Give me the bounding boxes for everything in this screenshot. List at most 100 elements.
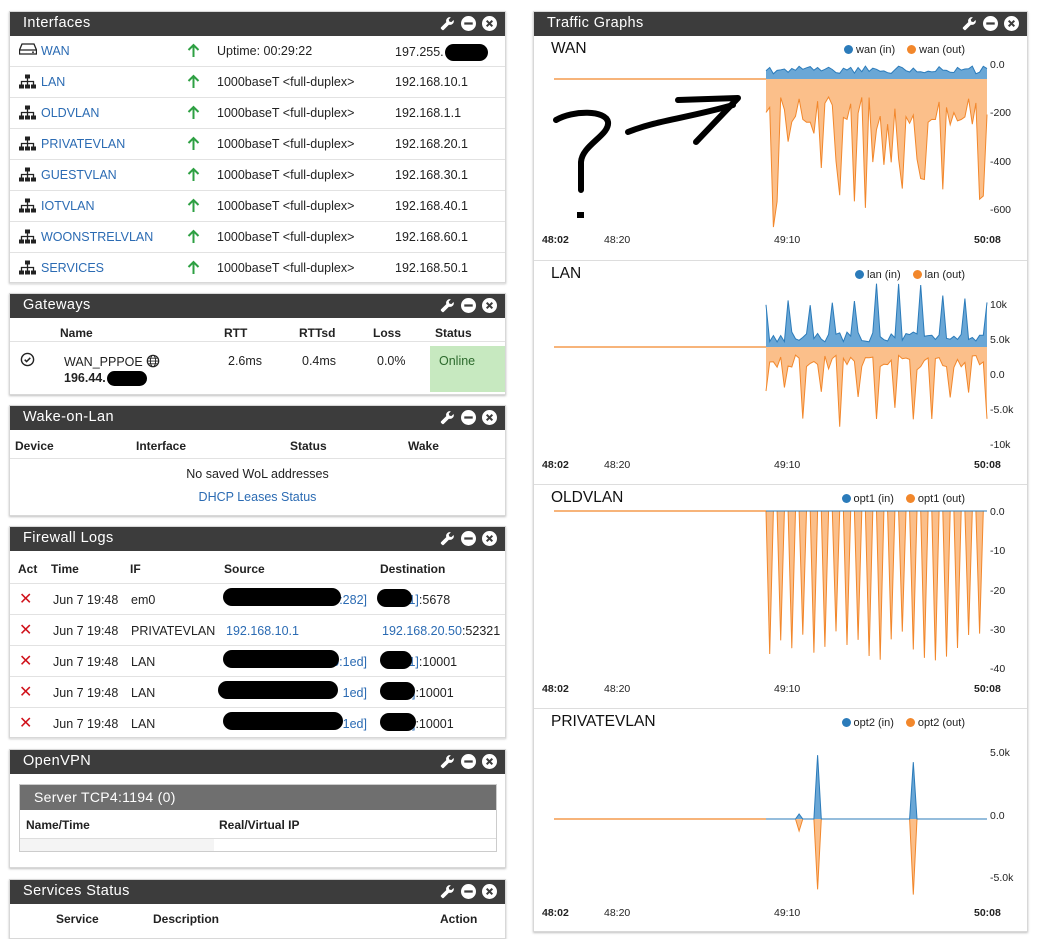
- panel-title: Wake-on-Lan: [23, 409, 114, 425]
- traffic-graph: PRIVATEVLAN opt2 (in) opt2 (out) 48:02 48:20…: [534, 708, 1027, 932]
- arrow-up-icon: [187, 229, 200, 247]
- wrench-icon[interactable]: [440, 531, 455, 546]
- close-icon[interactable]: [482, 531, 497, 546]
- panel-title: Traffic Graphs: [547, 15, 644, 31]
- redaction: [223, 588, 341, 606]
- minimize-icon[interactable]: [983, 16, 998, 31]
- minimize-icon[interactable]: [461, 16, 476, 31]
- interface-link[interactable]: PRIVATEVLAN: [41, 137, 125, 151]
- interface-ip: 192.168.50.1: [395, 261, 468, 275]
- log-destination: 192.168.20.50:52321: [382, 624, 501, 638]
- panel-title: Interfaces: [23, 15, 91, 31]
- arrow-up-icon: [187, 167, 200, 185]
- interface-link[interactable]: IOTVLAN: [41, 199, 95, 213]
- col-service: Service: [56, 912, 99, 926]
- sitemap-icon: [19, 167, 36, 185]
- log-source[interactable]: 1ed]: [343, 686, 367, 700]
- in-line: [766, 755, 987, 820]
- interface-row: PRIVATEVLAN 1000baseT <full-duplex> 192.16…: [10, 129, 505, 160]
- interface-status: 1000baseT <full-duplex>: [217, 137, 355, 151]
- gateways-header: Gateways: [10, 294, 505, 318]
- table-row: ✕Jun 7 19:48LAN1ed]1]:10001: [10, 708, 505, 739]
- col-loss: Loss: [373, 326, 402, 340]
- openvpn-panel: OpenVPN Server TCP4:1194 (0) Name/Time R…: [9, 749, 506, 868]
- wrench-icon[interactable]: [440, 754, 455, 769]
- arrow-up-icon: [187, 74, 200, 92]
- interface-row: OLDVLAN 1000baseT <full-duplex> 192.168.1.…: [10, 98, 505, 129]
- wrench-icon[interactable]: [440, 298, 455, 313]
- wol-header: Wake-on-Lan: [10, 406, 505, 430]
- log-source[interactable]: 1ed]: [343, 717, 367, 731]
- col-interface: Interface: [136, 439, 187, 453]
- interface-ip: 192.168.1.1: [395, 106, 462, 120]
- firewall-header: Firewall Logs: [10, 527, 505, 551]
- interface-link[interactable]: SERVICES: [41, 261, 104, 275]
- interface-status: 1000baseT <full-duplex>: [217, 168, 355, 182]
- col-if: IF: [130, 562, 141, 576]
- openvpn-server-title: Server TCP4:1194 (0): [20, 785, 496, 810]
- col-name-time: Name/Time: [26, 818, 90, 832]
- services-panel: Services Status Service Description Acti…: [9, 879, 506, 939]
- interfaces-panel: Interfaces WAN Uptime: 00:29:22 197.255. LA…: [9, 11, 506, 284]
- wrench-icon[interactable]: [440, 16, 455, 31]
- traffic-graph: OLDVLAN opt1 (in) opt1 (out) 48:02 48:20 49:1…: [534, 484, 1027, 708]
- close-icon[interactable]: [482, 298, 497, 313]
- traffic-graph: LAN lan (in) lan (out) 48:02 48:20 49:10 50:08…: [534, 260, 1027, 484]
- minimize-icon[interactable]: [461, 884, 476, 899]
- minimize-icon[interactable]: [461, 531, 476, 546]
- close-icon[interactable]: [482, 410, 497, 425]
- redaction: [223, 650, 339, 668]
- gateway-loss: 0.0%: [377, 354, 406, 368]
- interface-ip: 192.168.10.1: [395, 75, 468, 89]
- interface-link[interactable]: LAN: [41, 75, 65, 89]
- wrench-icon[interactable]: [962, 16, 977, 31]
- minimize-icon[interactable]: [461, 754, 476, 769]
- col-name: Name: [60, 326, 93, 340]
- log-if: LAN: [131, 686, 156, 700]
- redaction: [106, 371, 147, 387]
- out-area: [766, 511, 987, 661]
- table-row: ✕ Jun 7 19:48 LAN 0:1ed]:1]:10001: [10, 646, 505, 677]
- log-time: Jun 7 19:48: [53, 593, 119, 607]
- col-rtt: RTT: [224, 326, 248, 340]
- close-icon[interactable]: [482, 16, 497, 31]
- wrench-icon[interactable]: [440, 884, 455, 899]
- interface-ip: 192.168.60.1: [395, 230, 468, 244]
- sitemap-icon: [19, 136, 36, 154]
- col-wake: Wake: [408, 439, 439, 453]
- reject-icon: ✕: [19, 591, 33, 608]
- redaction: [380, 682, 415, 700]
- col-act: Act: [18, 562, 38, 576]
- log-destination: :1]:10001: [405, 655, 458, 669]
- interface-link[interactable]: WAN: [41, 44, 70, 58]
- gateway-name: WAN_PPPOE: [64, 354, 160, 371]
- log-source[interactable]: 192.168.10.1: [226, 624, 299, 638]
- interface-ip: 192.168.40.1: [395, 199, 468, 213]
- empty-message: No saved WoL addresses: [186, 467, 329, 481]
- interface-status: 1000baseT <full-duplex>: [217, 75, 355, 89]
- minimize-icon[interactable]: [461, 298, 476, 313]
- redaction: [380, 713, 416, 731]
- dhcp-leases-link[interactable]: DHCP Leases Status: [10, 490, 505, 504]
- close-icon[interactable]: [482, 754, 497, 769]
- interfaces-header: Interfaces: [10, 12, 505, 36]
- interface-ip: 197.255.: [395, 44, 488, 61]
- gateways-panel: Gateways Name RTT RTTsd Loss Status WAN_…: [9, 293, 506, 395]
- log-destination-link[interactable]: 192.168.20.50: [382, 624, 462, 638]
- interface-row: LAN 1000baseT <full-duplex> 192.168.10.1: [10, 67, 505, 98]
- interface-link[interactable]: OLDVLAN: [41, 106, 99, 120]
- log-source[interactable]: :282]: [339, 593, 367, 607]
- arrow-up-icon: [187, 260, 200, 278]
- interface-ip: 192.168.30.1: [395, 168, 468, 182]
- col-description: Description: [153, 912, 220, 926]
- interface-link[interactable]: WOONSTRELVLAN: [41, 230, 153, 244]
- interfaces-list: WAN Uptime: 00:29:22 197.255. LAN 1000baseT …: [10, 36, 505, 284]
- wrench-icon[interactable]: [440, 410, 455, 425]
- close-icon[interactable]: [1004, 16, 1019, 31]
- in-area: [766, 755, 987, 819]
- redaction: [223, 712, 343, 730]
- table-row: ✕ Jun 7 19:48 em0:282]:1]:5678: [10, 584, 505, 615]
- close-icon[interactable]: [482, 884, 497, 899]
- interface-link[interactable]: GUESTVLAN: [41, 168, 117, 182]
- minimize-icon[interactable]: [461, 410, 476, 425]
